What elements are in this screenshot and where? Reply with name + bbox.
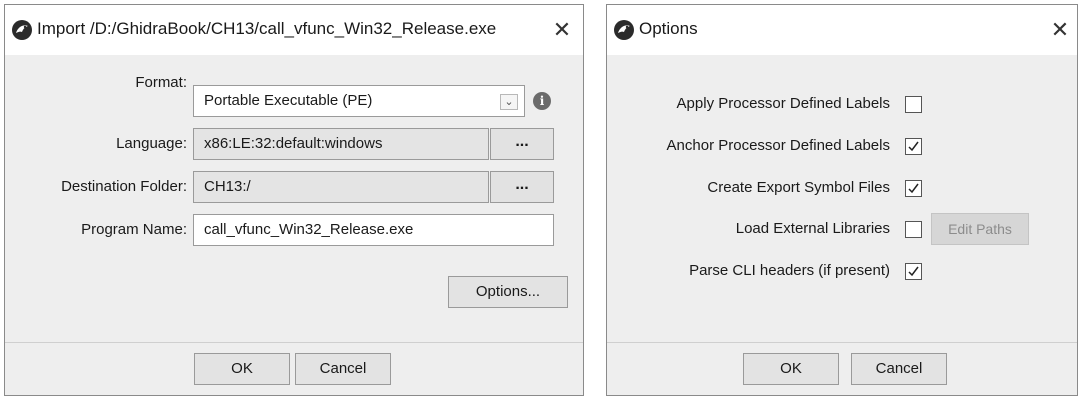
program-name-value: call_vfunc_Win32_Release.exe [204, 221, 414, 238]
option-label-load-external-libraries: Load External Libraries [735, 220, 890, 237]
options-titlebar: Options ✕ [607, 5, 1077, 55]
cancel-button[interactable]: Cancel [295, 353, 391, 385]
checkbox-parse-cli-headers[interactable] [905, 263, 922, 280]
options-button[interactable]: Options... [448, 276, 568, 308]
options-button-strip: OK Cancel [607, 342, 1077, 395]
import-titlebar: Import /D:/GhidraBook/CH13/call_vfunc_Wi… [5, 5, 583, 55]
checkbox-create-export-symbol-files[interactable] [905, 180, 922, 197]
options-body: Apply Processor Defined Labels Anchor Pr… [607, 55, 1077, 395]
option-label-parse-cli-headers: Parse CLI headers (if present) [689, 262, 890, 279]
language-browse-button[interactable]: ... [490, 128, 554, 160]
options-dialog: Options ✕ Apply Processor Defined Labels… [606, 4, 1078, 396]
option-label-create-export-symbol-files: Create Export Symbol Files [707, 179, 890, 196]
format-select-value: Portable Executable (PE) [204, 92, 373, 109]
ok-button[interactable]: OK [743, 353, 839, 385]
close-icon[interactable]: ✕ [1047, 17, 1073, 43]
chevron-down-icon[interactable]: ⌄ [500, 94, 518, 110]
checkbox-anchor-processor-labels[interactable] [905, 138, 922, 155]
format-select[interactable]: Portable Executable (PE) ⌄ [193, 85, 525, 117]
checkmark-icon [908, 141, 919, 152]
cancel-button[interactable]: Cancel [851, 353, 947, 385]
option-label-anchor-processor-labels: Anchor Processor Defined Labels [666, 137, 890, 154]
language-field-value: x86:LE:32:default:windows [204, 135, 383, 152]
language-label: Language: [116, 135, 187, 152]
checkbox-apply-processor-labels[interactable] [905, 96, 922, 113]
program-name-label: Program Name: [81, 221, 187, 238]
import-dialog: Import /D:/GhidraBook/CH13/call_vfunc_Wi… [4, 4, 584, 396]
destination-browse-button[interactable]: ... [490, 171, 554, 203]
ghidra-dragon-icon [614, 20, 634, 40]
close-icon[interactable]: ✕ [549, 17, 575, 43]
checkbox-load-external-libraries[interactable] [905, 221, 922, 238]
info-icon[interactable]: i [533, 92, 551, 110]
checkmark-icon [908, 266, 919, 277]
destination-field: CH13:/ [193, 171, 489, 203]
format-label: Format: [135, 74, 187, 91]
language-field: x86:LE:32:default:windows [193, 128, 489, 160]
program-name-input[interactable]: call_vfunc_Win32_Release.exe [193, 214, 554, 246]
destination-label: Destination Folder: [61, 178, 187, 195]
options-title: Options [639, 19, 698, 38]
ghidra-dragon-icon [12, 20, 32, 40]
import-body: Format: Portable Executable (PE) ⌄ i Lan… [5, 55, 583, 395]
option-label-apply-processor-labels: Apply Processor Defined Labels [676, 95, 890, 112]
destination-field-value: CH13:/ [204, 178, 251, 195]
checkmark-icon [908, 183, 919, 194]
edit-paths-button[interactable]: Edit Paths [931, 213, 1029, 245]
import-title: Import /D:/GhidraBook/CH13/call_vfunc_Wi… [37, 19, 497, 38]
ok-button[interactable]: OK [194, 353, 290, 385]
import-button-strip: OK Cancel [5, 342, 583, 395]
